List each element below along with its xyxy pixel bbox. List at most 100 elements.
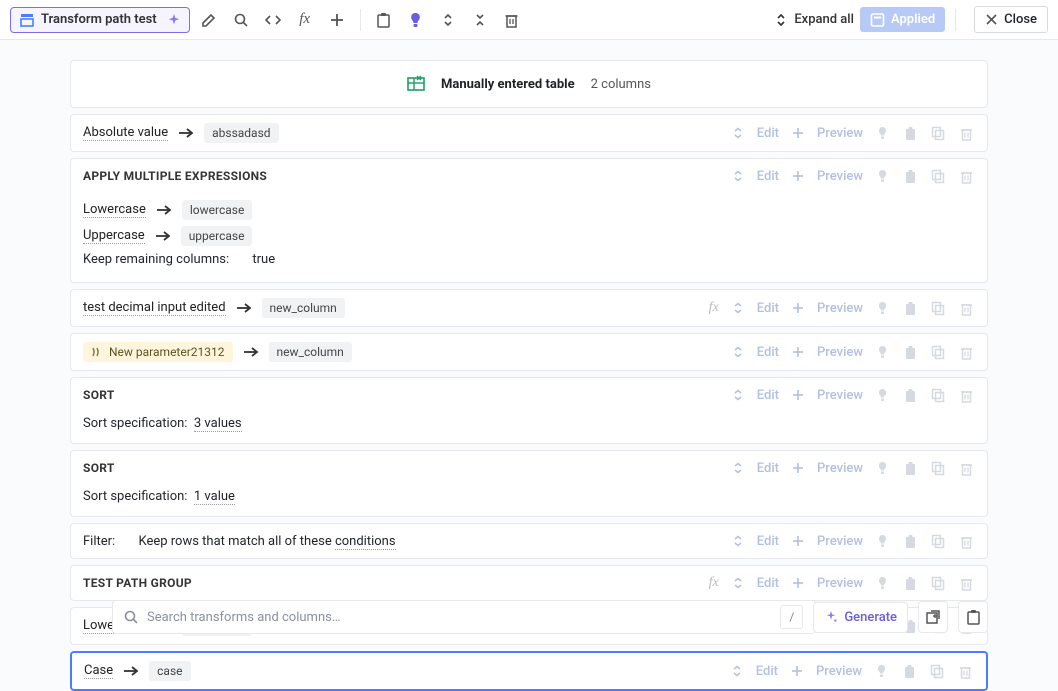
row-preview-button[interactable]: Preview bbox=[816, 664, 862, 679]
row-clipboard-icon[interactable] bbox=[901, 459, 919, 477]
row-edit-button[interactable]: Edit bbox=[756, 664, 778, 679]
row-expand-icon[interactable] bbox=[729, 574, 747, 592]
row-bulb-icon[interactable] bbox=[873, 124, 891, 142]
row-duplicate-icon[interactable] bbox=[928, 662, 946, 680]
row-add-icon[interactable] bbox=[789, 574, 807, 592]
row-delete-icon[interactable] bbox=[957, 124, 975, 142]
paste-icon[interactable] bbox=[958, 601, 988, 633]
row-expand-icon[interactable] bbox=[729, 343, 747, 361]
row-preview-button[interactable]: Preview bbox=[817, 388, 863, 403]
row-delete-icon[interactable] bbox=[957, 299, 975, 317]
row-add-icon[interactable] bbox=[789, 299, 807, 317]
row-bulb-icon[interactable] bbox=[873, 386, 891, 404]
row-expand-icon[interactable] bbox=[729, 167, 747, 185]
new-window-icon[interactable] bbox=[918, 601, 948, 633]
delete-icon[interactable] bbox=[499, 7, 525, 33]
generate-button[interactable]: Generate bbox=[813, 602, 908, 633]
row-expand-icon[interactable] bbox=[728, 662, 746, 680]
row-clipboard-icon[interactable] bbox=[901, 299, 919, 317]
step-card[interactable]: Filter: Keep rows that match all of thes… bbox=[70, 523, 988, 559]
row-expand-icon[interactable] bbox=[729, 532, 747, 550]
row-duplicate-icon[interactable] bbox=[929, 124, 947, 142]
step-card[interactable]: SORT Edit Preview Sort specification: 1 … bbox=[70, 450, 988, 517]
search-input[interactable] bbox=[147, 610, 805, 625]
search-box[interactable] bbox=[112, 600, 816, 634]
row-duplicate-icon[interactable] bbox=[929, 459, 947, 477]
row-delete-icon[interactable] bbox=[957, 343, 975, 361]
sort-spec-value[interactable]: 3 values bbox=[194, 416, 242, 432]
row-edit-button[interactable]: Edit bbox=[757, 461, 779, 476]
row-bulb-icon[interactable] bbox=[873, 167, 891, 185]
row-bulb-icon[interactable] bbox=[873, 574, 891, 592]
row-edit-button[interactable]: Edit bbox=[757, 576, 779, 591]
row-add-icon[interactable] bbox=[789, 386, 807, 404]
row-clipboard-icon[interactable] bbox=[901, 574, 919, 592]
row-preview-button[interactable]: Preview bbox=[817, 345, 863, 360]
row-clipboard-icon[interactable] bbox=[900, 662, 918, 680]
row-add-icon[interactable] bbox=[789, 343, 807, 361]
row-delete-icon[interactable] bbox=[957, 386, 975, 404]
row-add-icon[interactable] bbox=[789, 124, 807, 142]
row-bulb-icon[interactable] bbox=[872, 662, 890, 680]
row-expand-icon[interactable] bbox=[729, 459, 747, 477]
edit-icon[interactable] bbox=[196, 7, 222, 33]
row-edit-button[interactable]: Edit bbox=[757, 345, 779, 360]
filter-conditions[interactable]: conditions bbox=[335, 534, 396, 550]
row-bulb-icon[interactable] bbox=[873, 532, 891, 550]
row-delete-icon[interactable] bbox=[957, 167, 975, 185]
row-clipboard-icon[interactable] bbox=[901, 343, 919, 361]
row-clipboard-icon[interactable] bbox=[901, 124, 919, 142]
row-bulb-icon[interactable] bbox=[873, 343, 891, 361]
step-card[interactable]: New parameter21312 new_column Edit Previ… bbox=[70, 333, 988, 371]
row-duplicate-icon[interactable] bbox=[929, 386, 947, 404]
row-fx-icon[interactable]: fx bbox=[709, 575, 719, 591]
row-add-icon[interactable] bbox=[789, 459, 807, 477]
expand-all-button[interactable]: Expand all bbox=[774, 12, 854, 28]
close-button[interactable]: Close bbox=[974, 6, 1048, 33]
sort-spec-value[interactable]: 1 value bbox=[194, 489, 235, 505]
row-edit-button[interactable]: Edit bbox=[757, 534, 779, 549]
row-delete-icon[interactable] bbox=[956, 662, 974, 680]
row-delete-icon[interactable] bbox=[957, 532, 975, 550]
expand-collapse-icon[interactable] bbox=[435, 7, 461, 33]
row-edit-button[interactable]: Edit bbox=[757, 388, 779, 403]
row-expand-icon[interactable] bbox=[729, 386, 747, 404]
step-card[interactable]: APPLY MULTIPLE EXPRESSIONS Edit Preview … bbox=[70, 158, 988, 283]
path-title[interactable]: Transform path test bbox=[10, 7, 190, 33]
search-icon[interactable] bbox=[228, 7, 254, 33]
row-add-icon[interactable] bbox=[789, 532, 807, 550]
step-card[interactable]: SORT Edit Preview Sort specification: 3 … bbox=[70, 377, 988, 444]
code-icon[interactable] bbox=[260, 7, 286, 33]
clipboard-icon[interactable] bbox=[371, 7, 397, 33]
row-bulb-icon[interactable] bbox=[873, 299, 891, 317]
row-delete-icon[interactable] bbox=[957, 574, 975, 592]
add-icon[interactable] bbox=[324, 7, 350, 33]
step-card[interactable]: Absolute value abssadasd Edit Preview bbox=[70, 114, 988, 152]
row-preview-button[interactable]: Preview bbox=[817, 126, 863, 141]
step-card[interactable]: test decimal input edited new_column fx … bbox=[70, 289, 988, 327]
row-edit-button[interactable]: Edit bbox=[757, 301, 779, 316]
row-fx-icon[interactable]: fx bbox=[709, 300, 719, 316]
row-clipboard-icon[interactable] bbox=[901, 167, 919, 185]
row-edit-button[interactable]: Edit bbox=[757, 169, 779, 184]
row-preview-button[interactable]: Preview bbox=[817, 534, 863, 549]
row-expand-icon[interactable] bbox=[729, 299, 747, 317]
row-preview-button[interactable]: Preview bbox=[817, 576, 863, 591]
row-preview-button[interactable]: Preview bbox=[817, 169, 863, 184]
lightbulb-icon[interactable] bbox=[403, 7, 429, 33]
row-duplicate-icon[interactable] bbox=[929, 299, 947, 317]
row-edit-button[interactable]: Edit bbox=[757, 126, 779, 141]
row-preview-button[interactable]: Preview bbox=[817, 461, 863, 476]
row-delete-icon[interactable] bbox=[957, 459, 975, 477]
row-clipboard-icon[interactable] bbox=[901, 386, 919, 404]
row-duplicate-icon[interactable] bbox=[929, 532, 947, 550]
collapse-x-icon[interactable] bbox=[467, 7, 493, 33]
row-expand-icon[interactable] bbox=[729, 124, 747, 142]
row-bulb-icon[interactable] bbox=[873, 459, 891, 477]
row-add-icon[interactable] bbox=[789, 167, 807, 185]
source-card[interactable]: Manually entered table 2 columns bbox=[70, 60, 988, 108]
row-duplicate-icon[interactable] bbox=[929, 343, 947, 361]
step-card[interactable]: TEST PATH GROUP fx Edit Preview bbox=[70, 565, 988, 601]
row-clipboard-icon[interactable] bbox=[901, 532, 919, 550]
row-duplicate-icon[interactable] bbox=[929, 167, 947, 185]
